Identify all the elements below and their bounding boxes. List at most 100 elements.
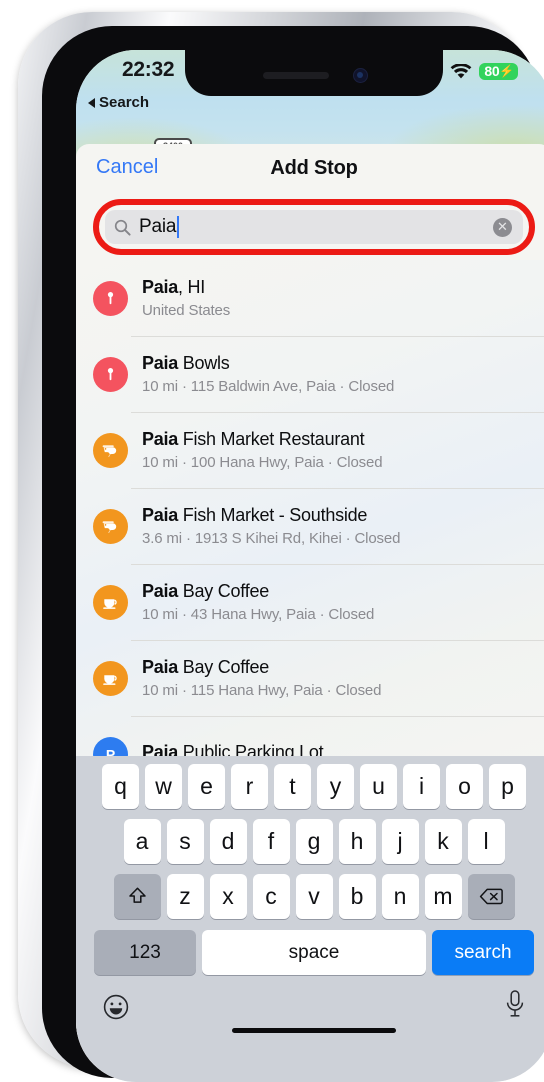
list-item[interactable]: Paia Bay Coffee 10 mi · 43 Hana Hwy, Pai… <box>76 564 544 640</box>
key-u[interactable]: u <box>360 764 397 809</box>
list-item-title: Paia, HI <box>142 277 206 297</box>
phone-frame: 3400 22:32 80 ⚡ <box>18 12 544 1082</box>
key-p[interactable]: p <box>489 764 526 809</box>
phone-bezel: 3400 22:32 80 ⚡ <box>42 26 544 1082</box>
list-item-text: Paia Bowls 10 mi · 115 Baldwin Ave, Paia… <box>142 353 544 395</box>
list-item-title: Paia Fish Market - Southside <box>142 505 368 525</box>
coffee-cup-icon <box>93 660 128 696</box>
search-input[interactable]: Paia ✕ <box>105 210 523 244</box>
list-item[interactable]: Paia Fish Market - Southside 3.6 mi · 19… <box>76 488 544 564</box>
list-item-subtitle: 10 mi · 43 Hana Hwy, Paia · Closed <box>142 606 375 623</box>
key-l[interactable]: l <box>467 819 505 864</box>
search-row: Paia ✕ <box>76 194 544 260</box>
shrimp-icon <box>93 508 128 544</box>
list-item[interactable]: Paia Bay Coffee 10 mi · 115 Hana Hwy, Pa… <box>76 640 544 716</box>
backspace-icon <box>479 888 503 905</box>
key-y[interactable]: y <box>317 764 354 809</box>
key-h[interactable]: h <box>338 819 376 864</box>
keyboard-row-2: a s d f g h j k l <box>76 809 544 864</box>
numbers-key[interactable]: 123 <box>94 930 196 975</box>
clear-search-button[interactable]: ✕ <box>493 217 512 237</box>
back-to-search-label: Search <box>99 94 150 111</box>
sheet-nav-bar: Cancel Add Stop <box>76 144 544 194</box>
key-e[interactable]: e <box>188 764 225 809</box>
back-to-search-button[interactable]: Search <box>88 94 149 111</box>
home-indicator[interactable] <box>232 1028 396 1033</box>
keyboard-row-4: 123 space search <box>76 919 544 975</box>
key-o[interactable]: o <box>446 764 483 809</box>
list-item-text: Paia, HI United States <box>142 277 544 319</box>
search-input-text-wrap: Paia <box>139 216 493 238</box>
list-item-title: Paia Fish Market Restaurant <box>142 429 365 449</box>
backspace-key[interactable] <box>467 874 515 919</box>
battery-level: 80 <box>484 63 500 79</box>
search-input-value: Paia <box>139 216 177 237</box>
status-indicators: 80 ⚡ <box>450 63 518 80</box>
add-stop-sheet: Cancel Add Stop Paia ✕ Paia, HI United S… <box>76 144 544 1082</box>
search-return-key[interactable]: search <box>432 930 534 975</box>
front-camera-icon <box>353 68 368 83</box>
status-bar: 22:32 80 ⚡ <box>76 50 544 100</box>
list-item[interactable]: Paia, HI United States <box>76 260 544 336</box>
phone-screen: 3400 22:32 80 ⚡ <box>76 50 544 1082</box>
magnifier-icon <box>114 219 131 236</box>
key-j[interactable]: j <box>381 819 419 864</box>
key-w[interactable]: w <box>145 764 182 809</box>
microphone-icon <box>506 990 524 1017</box>
status-time: 22:32 <box>122 58 175 81</box>
search-results-list[interactable]: Paia, HI United States Paia Bowls 10 mi … <box>76 260 544 768</box>
shrimp-icon <box>93 432 128 468</box>
key-t[interactable]: t <box>274 764 311 809</box>
list-item-subtitle: 10 mi · 100 Hana Hwy, Paia · Closed <box>142 454 383 471</box>
key-d[interactable]: d <box>209 819 247 864</box>
key-i[interactable]: i <box>403 764 440 809</box>
battery-badge: 80 ⚡ <box>479 63 518 80</box>
list-item-title: Paia Bay Coffee <box>142 581 270 601</box>
key-q[interactable]: q <box>102 764 139 809</box>
key-f[interactable]: f <box>252 819 290 864</box>
map-pin-icon <box>93 280 128 316</box>
notch <box>185 50 443 96</box>
space-key[interactable]: space <box>202 930 426 975</box>
key-x[interactable]: x <box>209 874 247 919</box>
list-item-text: Paia Fish Market - Southside 3.6 mi · 19… <box>142 505 544 547</box>
key-k[interactable]: k <box>424 819 462 864</box>
shift-arrow-icon <box>128 887 146 903</box>
list-item-title: Paia Bowls <box>142 353 230 373</box>
text-caret <box>177 216 180 238</box>
back-triangle-icon <box>88 97 95 108</box>
key-r[interactable]: r <box>231 764 268 809</box>
key-s[interactable]: s <box>166 819 204 864</box>
key-z[interactable]: z <box>166 874 204 919</box>
page-title: Add Stop <box>270 157 358 179</box>
key-a[interactable]: a <box>123 819 161 864</box>
list-item-text: Paia Bay Coffee 10 mi · 43 Hana Hwy, Pai… <box>142 581 544 623</box>
list-item-subtitle: United States <box>142 302 231 319</box>
key-m[interactable]: m <box>424 874 462 919</box>
key-c[interactable]: c <box>252 874 290 919</box>
on-screen-keyboard: q w e r t y u i o p a s d f g h j k l z … <box>76 756 544 1082</box>
key-n[interactable]: n <box>381 874 419 919</box>
list-item-subtitle: 10 mi · 115 Baldwin Ave, Paia · Closed <box>142 378 395 395</box>
list-item-text: Paia Fish Market Restaurant 10 mi · 100 … <box>142 429 544 471</box>
emoji-smiley-icon <box>103 994 129 1020</box>
shift-key[interactable] <box>113 874 161 919</box>
dictation-key[interactable] <box>504 989 526 1024</box>
list-item[interactable]: Paia Fish Market Restaurant 10 mi · 100 … <box>76 412 544 488</box>
emoji-key[interactable] <box>102 993 130 1026</box>
keyboard-row-1: q w e r t y u i o p <box>76 756 544 809</box>
list-item-subtitle: 10 mi · 115 Hana Hwy, Paia · Closed <box>142 682 382 699</box>
wifi-icon <box>450 63 472 78</box>
key-v[interactable]: v <box>295 874 333 919</box>
keyboard-row-3: z x c v b n m <box>76 864 544 919</box>
key-g[interactable]: g <box>295 819 333 864</box>
keyboard-bottom-bar <box>76 975 544 1047</box>
list-item[interactable]: Paia Bowls 10 mi · 115 Baldwin Ave, Paia… <box>76 336 544 412</box>
key-b[interactable]: b <box>338 874 376 919</box>
map-pin-icon <box>93 356 128 392</box>
list-item-text: Paia Bay Coffee 10 mi · 115 Hana Hwy, Pa… <box>142 657 544 699</box>
coffee-cup-icon <box>93 584 128 620</box>
list-item-title: Paia Bay Coffee <box>142 657 270 677</box>
battery-charging-icon: ⚡ <box>499 64 514 78</box>
list-item-subtitle: 3.6 mi · 1913 S Kihei Rd, Kihei · Closed <box>142 530 401 547</box>
